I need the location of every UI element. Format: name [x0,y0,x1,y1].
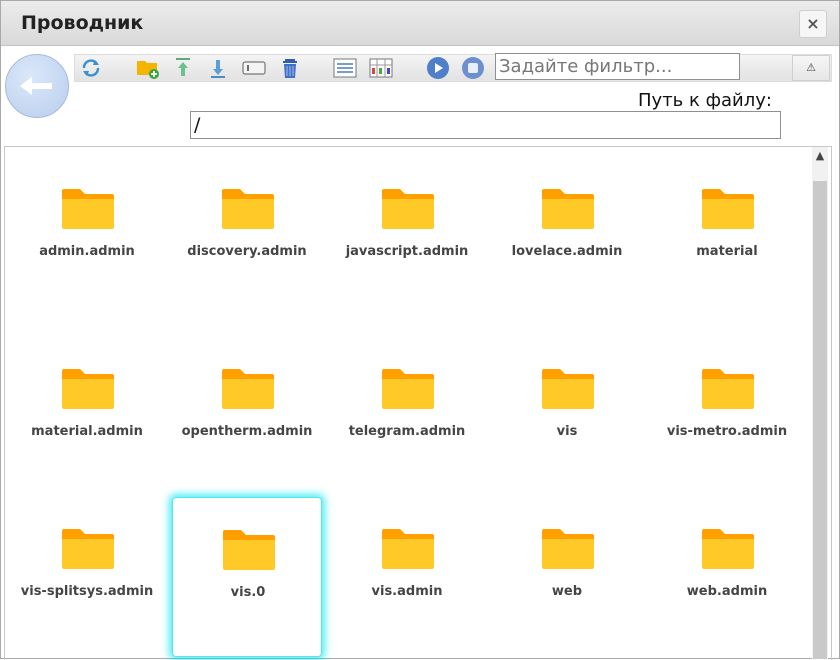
file-item-label: web [551,584,583,599]
filter-input[interactable] [495,53,740,80]
folder-icon [380,527,436,571]
file-item-vis-metro-admin[interactable]: vis-metro.admin [652,337,802,497]
download-icon [211,60,225,78]
play-icon [427,57,449,79]
rename-icon [242,61,266,75]
delete-button[interactable] [277,56,303,80]
folder-icon [60,187,116,231]
file-item-material[interactable]: material [652,157,802,317]
file-item-label: discovery.admin [187,244,307,259]
folder-icon [380,187,436,231]
back-button[interactable] [5,54,69,118]
file-item-discovery-admin[interactable]: discovery.admin [172,157,322,317]
upload-button[interactable] [170,56,196,80]
file-item-label: telegram.admin [348,424,466,439]
new-folder-button[interactable] [135,56,161,80]
file-item-vis[interactable]: vis [492,337,642,497]
file-item-label: vis-metro.admin [666,424,788,439]
file-item-label: vis.0 [230,585,266,600]
scroll-up-arrow-icon[interactable]: ▲ [812,147,828,165]
stop-button[interactable] [460,56,486,80]
file-item-label: opentherm.admin [181,424,313,439]
file-item-label: vis.admin [371,584,443,599]
scrollbar[interactable]: ▲ [812,147,828,659]
list-view-button[interactable] [332,56,358,80]
play-button[interactable] [425,56,451,80]
folder-icon [221,528,277,572]
file-item-web[interactable]: web [492,497,642,657]
folder-icon [60,367,116,411]
file-item-vis-splitsys-admin[interactable]: vis-splitsys.admin [12,497,162,657]
file-item-opentherm-admin[interactable]: opentherm.admin [172,337,322,497]
rename-button[interactable] [241,56,267,80]
window-title: Проводник [21,12,144,34]
folder-icon [60,527,116,571]
title-bar: Проводник × [1,1,839,46]
table-view-button[interactable] [368,56,394,80]
file-item-lovelace-admin[interactable]: lovelace.admin [492,157,642,317]
close-button[interactable]: × [799,10,827,38]
file-item-vis-0[interactable]: vis.0 [172,497,322,657]
folder-icon [380,367,436,411]
file-item-label: vis-splitsys.admin [20,584,154,599]
file-item-javascript-admin[interactable]: javascript.admin [332,157,482,317]
folder-icon [700,187,756,231]
trash-icon [283,59,297,78]
refresh-button[interactable] [78,56,104,80]
upload-icon [176,58,190,76]
folder-icon [220,367,276,411]
file-item-web-admin[interactable]: web.admin [652,497,802,657]
warning-icon: ⚠ [806,61,816,74]
folder-icon [220,187,276,231]
folder-icon [700,367,756,411]
file-item-label: vis [556,424,578,439]
path-input[interactable] [190,111,781,139]
folder-icon [540,187,596,231]
arrow-left-icon [20,77,52,95]
list-view-icon [333,58,357,78]
scroll-thumb[interactable] [813,181,827,659]
new-folder-icon [137,61,159,79]
folder-icon [700,527,756,571]
file-item-label: material [696,244,758,259]
file-item-label: lovelace.admin [511,244,623,259]
file-item-admin-admin[interactable]: admin.admin [12,157,162,317]
file-item-label: admin.admin [39,244,135,259]
file-item-vis-admin[interactable]: vis.admin [332,497,482,657]
file-item-label: material.admin [31,424,143,439]
warning-button[interactable]: ⚠ [792,55,830,81]
stop-icon [462,57,484,79]
file-item-material-admin[interactable]: material.admin [12,337,162,497]
file-item-telegram-admin[interactable]: telegram.admin [332,337,482,497]
refresh-icon [82,59,100,77]
download-button[interactable] [205,56,231,80]
file-item-label: web.admin [686,584,768,599]
path-label: Путь к файлу: [638,90,772,111]
table-view-icon [369,58,393,78]
file-item-label: javascript.admin [345,244,469,259]
folder-icon [540,527,596,571]
folder-icon [540,367,596,411]
